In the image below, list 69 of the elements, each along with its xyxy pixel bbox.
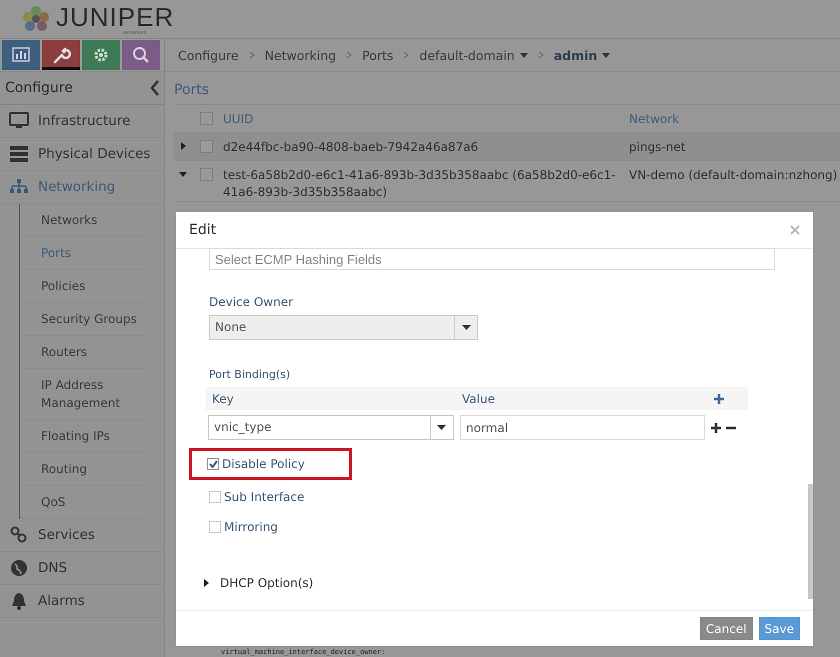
caret-down-icon xyxy=(437,425,446,430)
breadcrumb-link[interactable]: Networking xyxy=(264,48,336,62)
sidebar-item[interactable]: Physical Devices xyxy=(0,138,164,171)
sidebar-title: Configure xyxy=(5,80,73,96)
flower-logo-icon xyxy=(22,5,50,33)
field-label: Port Binding(s) xyxy=(209,368,290,381)
input-field[interactable]: Select ECMP Hashing Fields xyxy=(209,248,775,270)
table-cell-text: VN-demo (default-domain:nzhong) xyxy=(629,167,838,184)
bell-icon xyxy=(9,591,29,611)
checkbox[interactable]: Disable Policy xyxy=(207,457,305,471)
caret-right-icon xyxy=(202,579,210,587)
caret-down-icon[interactable] xyxy=(179,170,187,178)
scrollbar[interactable] xyxy=(808,484,813,599)
collapse-chevron-icon xyxy=(150,80,160,96)
checkbox[interactable]: Sub Interface xyxy=(209,490,304,504)
section-title: Ports xyxy=(174,72,840,105)
sidebar-subitem[interactable]: Policies xyxy=(20,270,145,303)
server-icon xyxy=(9,144,29,164)
column-header: Network xyxy=(629,111,680,128)
chevron-right-icon xyxy=(248,51,255,59)
sidebar-subitem[interactable]: Security Groups xyxy=(20,303,145,336)
nav-button[interactable] xyxy=(42,40,80,70)
column-header: Key xyxy=(211,392,235,406)
checkmark-icon xyxy=(208,460,218,468)
sidebar-subitem[interactable]: Ports xyxy=(20,237,145,270)
sidebar-subitem[interactable]: Networks xyxy=(20,204,145,237)
chevron-right-icon xyxy=(538,51,544,59)
checkbox[interactable] xyxy=(200,168,213,181)
sidebar-item[interactable]: Alarms xyxy=(0,585,164,618)
globe-icon xyxy=(9,558,29,578)
field-label: Device Owner xyxy=(209,295,294,309)
sidebar-subitem[interactable]: Routers xyxy=(20,336,145,369)
bar-chart-icon xyxy=(11,45,31,65)
column-header: Value xyxy=(462,392,496,406)
caret-right-icon[interactable] xyxy=(179,142,187,150)
checkbox[interactable] xyxy=(200,140,213,153)
sidebar-subitem[interactable]: QoS xyxy=(20,486,145,519)
save-button[interactable]: Save xyxy=(758,617,800,640)
expander-link[interactable]: DHCP Option(s) xyxy=(202,576,314,590)
caret-down-icon xyxy=(462,325,470,330)
column-header: UUID xyxy=(223,111,254,128)
sidebar-item[interactable]: DNS xyxy=(0,552,164,585)
sidebar-subitem[interactable]: Floating IPs xyxy=(20,420,145,453)
checkbox[interactable] xyxy=(200,112,213,125)
logo-text: JUNIPER xyxy=(56,4,174,30)
search-icon xyxy=(131,45,151,65)
table-cell-text: pings-net xyxy=(629,139,686,156)
dropdown[interactable]: vnic_type xyxy=(208,415,454,440)
breadcrumb-link[interactable]: Ports xyxy=(362,48,394,62)
table-cell-text: test-6a58b2d0-e6c1-41a6-893b-3d35b358aabc (6a58b2d0-e6c1-41a6-893b-3d35b358aabc) xyxy=(223,167,617,201)
sidebar-item[interactable]: Infrastructure xyxy=(0,105,164,138)
sidebar-subitem[interactable]: IP Address Management xyxy=(20,369,145,420)
wrench-icon xyxy=(51,45,71,65)
sidebar-item[interactable]: Networking xyxy=(0,171,164,204)
monitor-icon xyxy=(9,111,29,131)
sidebar-item[interactable]: Services xyxy=(0,519,164,552)
breadcrumb-link[interactable]: admin xyxy=(554,48,610,62)
breadcrumb-link[interactable]: Configure xyxy=(178,48,239,62)
chevron-right-icon xyxy=(346,51,352,59)
table-cell-text: d2e44fbc-ba90-4808-baeb-7942a46a87a6 xyxy=(223,139,480,156)
cancel-button[interactable]: Cancel xyxy=(700,617,753,640)
input-field[interactable]: normal xyxy=(460,415,705,440)
breadcrumb-link[interactable]: default-domain xyxy=(419,48,528,62)
sidebar-subitem[interactable]: Routing xyxy=(20,453,145,486)
chevron-right-icon xyxy=(403,51,410,59)
checkbox[interactable]: Mirroring xyxy=(209,520,278,534)
dialog-title: Edit xyxy=(189,222,216,238)
chain-link-icon xyxy=(9,525,29,545)
plus-icon[interactable] xyxy=(711,422,721,432)
